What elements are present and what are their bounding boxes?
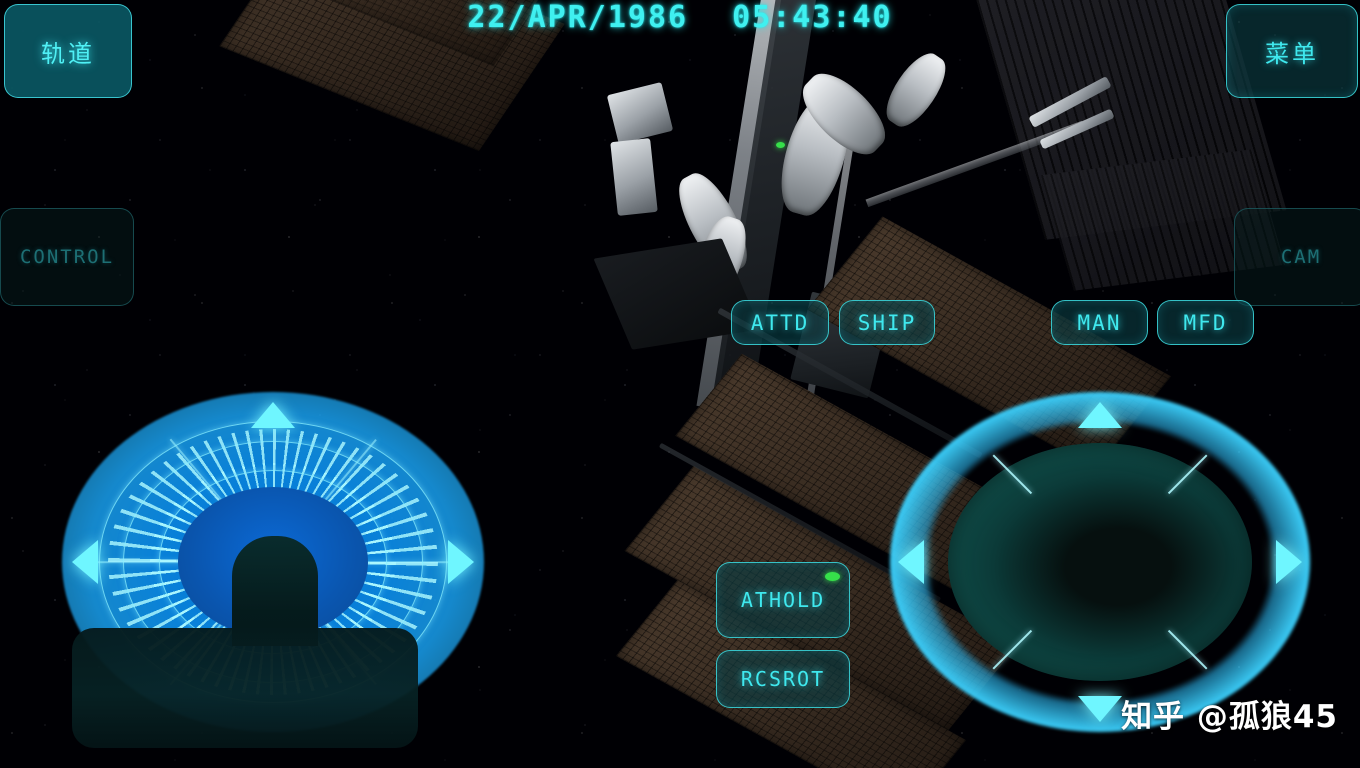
- cam-button[interactable]: CAM: [1234, 208, 1360, 306]
- ship-button[interactable]: SHIP: [839, 300, 935, 345]
- node-module: [606, 81, 674, 145]
- control-button[interactable]: CONTROL: [0, 208, 134, 306]
- athold-active-led: [825, 572, 840, 581]
- athold-button-label: ATHOLD: [740, 588, 826, 612]
- athold-button[interactable]: ATHOLD: [716, 562, 850, 638]
- menu-button[interactable]: 菜单: [1226, 4, 1358, 98]
- attitude-arrow-up-icon[interactable]: [251, 402, 295, 428]
- man-button-label: MAN: [1077, 310, 1122, 335]
- translation-arrow-down-icon[interactable]: [1078, 696, 1122, 722]
- station-status-led: [776, 142, 785, 148]
- node-module-2: [610, 138, 658, 216]
- ship-button-label: SHIP: [857, 310, 917, 335]
- man-button[interactable]: MAN: [1051, 300, 1148, 345]
- menu-button-label: 菜单: [1265, 39, 1319, 68]
- rcsrot-button-label: RCSROT: [740, 667, 826, 691]
- attd-button-label: ATTD: [750, 310, 810, 335]
- module-e: [877, 45, 955, 135]
- attitude-arrow-left-icon[interactable]: [72, 540, 98, 584]
- rcsrot-button[interactable]: RCSROT: [716, 650, 850, 708]
- thruster-base-panel[interactable]: [72, 628, 418, 748]
- orbit-button-label: 轨道: [41, 39, 95, 68]
- translation-arrow-up-icon[interactable]: [1078, 402, 1122, 428]
- orbit-button[interactable]: 轨道: [4, 4, 132, 98]
- translation-arrow-left-icon[interactable]: [898, 540, 924, 584]
- cam-button-label: CAM: [1280, 246, 1322, 268]
- translation-arrow-right-icon[interactable]: [1276, 540, 1302, 584]
- mfd-button-label: MFD: [1183, 310, 1228, 335]
- translation-ring-core: [948, 443, 1252, 681]
- control-button-label: CONTROL: [19, 246, 115, 268]
- translation-ring[interactable]: [890, 392, 1310, 732]
- attd-button[interactable]: ATTD: [731, 300, 829, 345]
- watermark: 知乎 @孤狼45: [1121, 699, 1338, 735]
- mfd-button[interactable]: MFD: [1157, 300, 1254, 345]
- simulator-screen: 22/APR/1986 05:43:40 轨道 菜单 CONTROL CAM A…: [0, 0, 1360, 768]
- attitude-arrow-right-icon[interactable]: [448, 540, 474, 584]
